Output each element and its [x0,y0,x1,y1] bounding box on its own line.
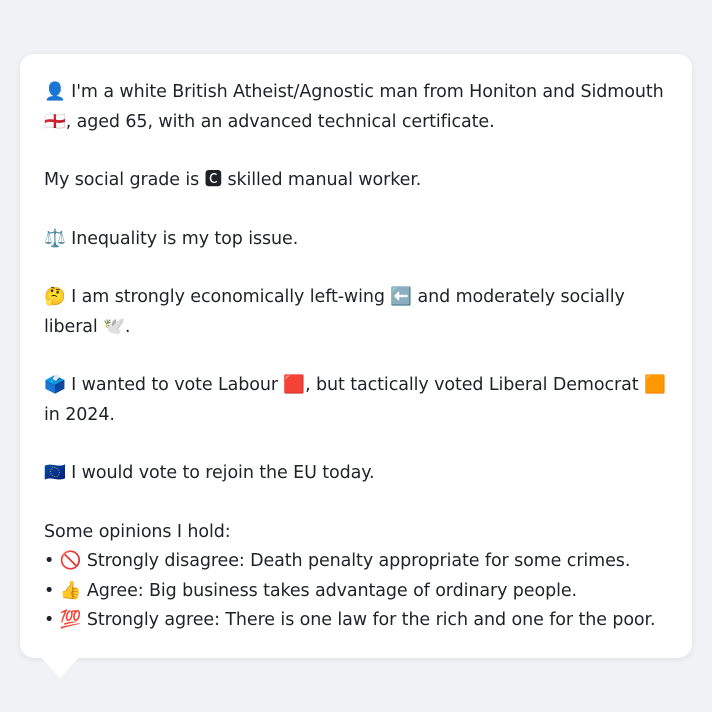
persona-intro: 👤 I'm a white British Atheist/Agnostic m… [44,82,664,132]
persona-card: 👤 I'm a white British Atheist/Agnostic m… [20,54,692,658]
ideology: 🤔 I am strongly economically left-wing ⬅… [44,287,625,337]
persona-text: 👤 I'm a white British Atheist/Agnostic m… [44,78,674,636]
vote-history: 🗳️ I wanted to vote Labour 🟥, but tactic… [44,375,666,425]
opinion-item: • 💯 Strongly agree: There is one law for… [44,610,656,630]
speech-bubble-tail [40,656,80,678]
opinion-item: • 🚫 Strongly disagree: Death penalty app… [44,551,631,571]
eu-stance: 🇪🇺 I would vote to rejoin the EU today. [44,463,375,483]
opinion-item: • 👍 Agree: Big business takes advantage … [44,580,577,601]
top-issue: ⚖️ Inequality is my top issue. [44,228,299,249]
social-grade: My social grade is 🅲 skilled manual work… [44,170,422,190]
opinions-heading: Some opinions I hold: [44,521,231,542]
